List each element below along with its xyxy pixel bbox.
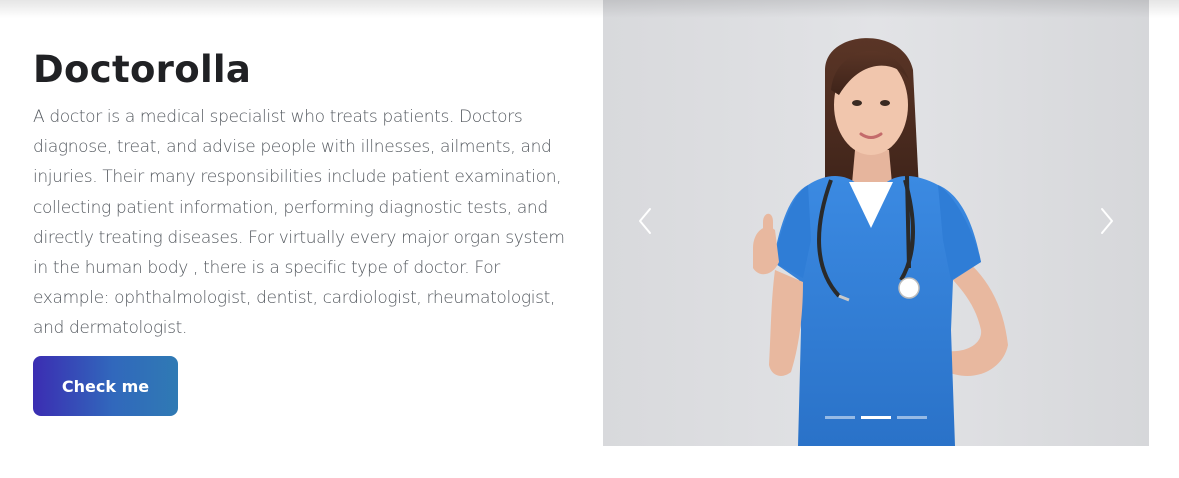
hero-description: A doctor is a medical specialist who tre… [33, 107, 565, 339]
carousel-indicator-3[interactable] [897, 416, 927, 419]
doctor-photo [603, 0, 1149, 446]
image-carousel[interactable] [603, 0, 1149, 446]
carousel-prev-button[interactable] [627, 203, 663, 239]
hero-text-column: Doctorolla A doctor is a medical special… [33, 44, 578, 344]
hero-section: Doctorolla A doctor is a medical special… [0, 0, 1179, 478]
chevron-right-icon [1101, 208, 1113, 234]
carousel-next-button[interactable] [1089, 203, 1125, 239]
carousel-indicator-2[interactable] [861, 416, 891, 419]
carousel-indicator-1[interactable] [825, 416, 855, 419]
check-me-button[interactable]: Check me [33, 356, 178, 416]
chevron-left-icon [639, 208, 651, 234]
carousel-indicators [825, 416, 927, 419]
page-title: Doctorolla [33, 48, 252, 91]
